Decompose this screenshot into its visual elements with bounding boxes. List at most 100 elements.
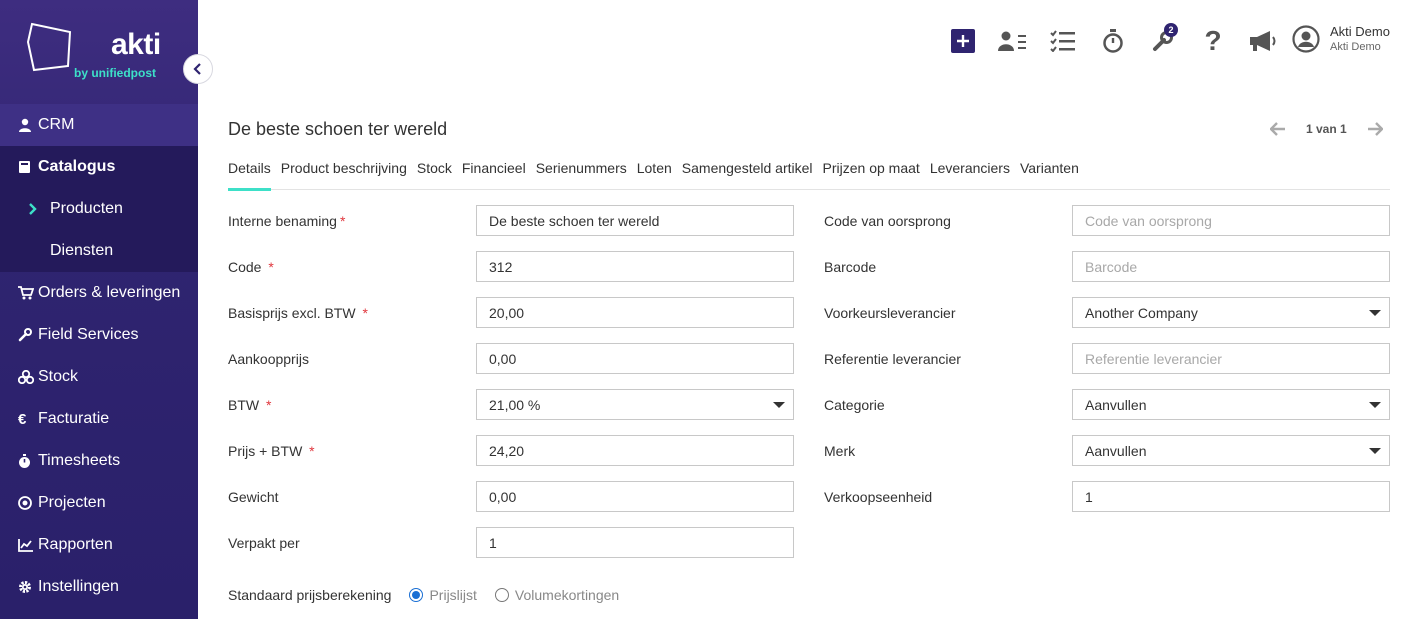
tab-loten[interactable]: Loten bbox=[637, 157, 672, 190]
verpakt-per-input[interactable]: 1 bbox=[476, 527, 794, 558]
categorie-value: Aanvullen bbox=[1085, 396, 1147, 413]
sidebar-item-orders[interactable]: Orders & leveringen bbox=[0, 272, 198, 314]
stopwatch-icon bbox=[1103, 29, 1123, 53]
sidebar-item-stock[interactable]: Stock bbox=[0, 356, 198, 398]
voorkeursleverancier-value: Another Company bbox=[1085, 304, 1198, 321]
sidebar-item-diensten[interactable]: Diensten bbox=[0, 230, 198, 272]
sidebar-item-field-services[interactable]: Field Services bbox=[0, 314, 198, 356]
sidebar-item-label: Instellingen bbox=[38, 578, 119, 595]
avatar-icon bbox=[1292, 24, 1320, 53]
wrench-icon bbox=[18, 328, 38, 342]
caret-down-icon bbox=[773, 402, 785, 408]
caret-down-icon bbox=[1369, 448, 1381, 454]
code-van-oorsprong-input[interactable]: Code van oorsprong bbox=[1072, 205, 1390, 236]
label-aankoopprijs: Aankoopprijs bbox=[228, 351, 309, 367]
tab-varianten[interactable]: Varianten bbox=[1020, 157, 1079, 190]
sidebar-item-facturatie[interactable]: € Facturatie bbox=[0, 398, 198, 440]
tab-samengesteld-artikel[interactable]: Samengesteld artikel bbox=[682, 157, 813, 190]
pricing-method: Standaard prijsberekening Prijslijst Vol… bbox=[228, 587, 637, 603]
sidebar-item-rapporten[interactable]: Rapporten bbox=[0, 524, 198, 566]
sidebar-item-label: Timesheets bbox=[38, 452, 121, 469]
caret-down-icon bbox=[1369, 402, 1381, 408]
code-input[interactable]: 312 bbox=[476, 251, 794, 282]
sidebar-item-projecten[interactable]: Projecten bbox=[0, 482, 198, 524]
tab-product-beschrijving[interactable]: Product beschrijving bbox=[281, 157, 407, 190]
tab-leveranciers[interactable]: Leveranciers bbox=[930, 157, 1010, 190]
logo-mark-icon bbox=[26, 22, 72, 72]
sidebar-item-label: Producten bbox=[50, 200, 123, 217]
contacts-button[interactable] bbox=[988, 26, 1038, 56]
radio-prijslijst[interactable] bbox=[409, 588, 424, 602]
label-voorkeursleverancier: Voorkeursleverancier bbox=[824, 305, 956, 321]
page-title: De beste schoen ter wereld bbox=[228, 119, 448, 139]
sidebar-item-producten[interactable]: Producten bbox=[0, 188, 198, 230]
megaphone-icon bbox=[1250, 31, 1276, 51]
interne-benaming-input[interactable]: De beste schoen ter wereld bbox=[476, 205, 794, 236]
sidebar-item-instellingen[interactable]: Instellingen bbox=[0, 566, 198, 608]
categorie-select[interactable]: Aanvullen bbox=[1072, 389, 1390, 420]
referentie-leverancier-input[interactable]: Referentie leverancier bbox=[1072, 343, 1390, 374]
radio-prijslijst-label[interactable]: Prijslijst bbox=[429, 587, 476, 603]
tasks-button[interactable] bbox=[1038, 26, 1088, 56]
book-icon bbox=[18, 160, 38, 174]
timer-button[interactable] bbox=[1088, 26, 1138, 56]
cart-icon bbox=[18, 286, 38, 300]
sidebar-item-timesheets[interactable]: Timesheets bbox=[0, 440, 198, 482]
euro-icon: € bbox=[18, 410, 27, 428]
plus-icon bbox=[957, 35, 969, 47]
tools-button[interactable]: 2 bbox=[1138, 23, 1188, 56]
user-menu[interactable]: Akti Demo Akti Demo bbox=[1292, 24, 1390, 53]
aankoopprijs-input[interactable]: 0,00 bbox=[476, 343, 794, 374]
user-name: Akti Demo bbox=[1330, 24, 1390, 39]
label-btw: BTW * bbox=[228, 397, 272, 413]
verkoopseenheid-input[interactable]: 1 bbox=[1072, 481, 1390, 512]
tab-bar: Details Product beschrijving Stock Finan… bbox=[228, 157, 1390, 191]
add-button[interactable] bbox=[938, 26, 988, 56]
radio-volumekortingen[interactable] bbox=[494, 588, 509, 602]
checklist-icon bbox=[1050, 30, 1075, 52]
logo[interactable]: akti by unifiedpost bbox=[0, 0, 198, 104]
toolbar: 2 ? bbox=[938, 23, 1288, 56]
merk-select[interactable]: Aanvullen bbox=[1072, 435, 1390, 466]
radio-volumekortingen-label[interactable]: Volumekortingen bbox=[515, 587, 619, 603]
label-gewicht: Gewicht bbox=[228, 489, 279, 505]
gewicht-input[interactable]: 0,00 bbox=[476, 481, 794, 512]
sidebar-item-label: Field Services bbox=[38, 326, 139, 343]
label-code: Code * bbox=[228, 259, 274, 275]
logo-text: akti bbox=[111, 28, 161, 61]
btw-select-value: 21,00 % bbox=[489, 396, 541, 413]
label-basisprijs: Basisprijs excl. BTW * bbox=[228, 305, 368, 321]
tab-serienummers[interactable]: Serienummers bbox=[536, 157, 627, 190]
arrow-left-icon[interactable] bbox=[1270, 122, 1286, 136]
sidebar-item-label: Projecten bbox=[38, 494, 106, 511]
chevron-right-icon bbox=[28, 203, 50, 215]
tab-financieel[interactable]: Financieel bbox=[462, 157, 526, 190]
stopwatch-icon bbox=[18, 453, 38, 469]
label-barcode: Barcode bbox=[824, 259, 877, 275]
basisprijs-input[interactable]: 20,00 bbox=[476, 297, 794, 328]
tab-prijzen-op-maat[interactable]: Prijzen op maat bbox=[823, 157, 920, 190]
notification-badge: 2 bbox=[1164, 23, 1178, 37]
sidebar-item-crm[interactable]: CRM bbox=[0, 104, 198, 146]
barcode-input[interactable]: Barcode bbox=[1072, 251, 1390, 282]
tab-stock[interactable]: Stock bbox=[417, 157, 452, 190]
sidebar-item-catalogus[interactable]: Catalogus bbox=[0, 146, 198, 188]
cubes-icon bbox=[18, 370, 38, 384]
chevron-left-icon bbox=[193, 63, 201, 75]
prijs-btw-input[interactable]: 24,20 bbox=[476, 435, 794, 466]
sidebar: akti by unifiedpost CRM Catalogus Produc… bbox=[0, 0, 213, 619]
sidebar-collapse-button[interactable] bbox=[183, 54, 213, 84]
pricing-method-label: Standaard prijsberekening bbox=[228, 587, 392, 603]
sidebar-item-label: Catalogus bbox=[38, 158, 116, 175]
help-button[interactable]: ? bbox=[1188, 25, 1238, 56]
arrow-right-icon[interactable] bbox=[1367, 122, 1383, 136]
announcements-button[interactable] bbox=[1238, 26, 1288, 56]
user-icon bbox=[18, 118, 38, 132]
sidebar-item-label: Rapporten bbox=[38, 536, 113, 553]
btw-select[interactable]: 21,00 % bbox=[476, 389, 794, 420]
main-nav: CRM Catalogus Producten Diensten Orders … bbox=[0, 104, 198, 608]
topbar: 2 ? Akti Demo Akti Demo bbox=[198, 0, 1403, 84]
tab-details[interactable]: Details bbox=[228, 157, 271, 191]
question-icon: ? bbox=[1204, 25, 1222, 56]
voorkeursleverancier-select[interactable]: Another Company bbox=[1072, 297, 1390, 328]
